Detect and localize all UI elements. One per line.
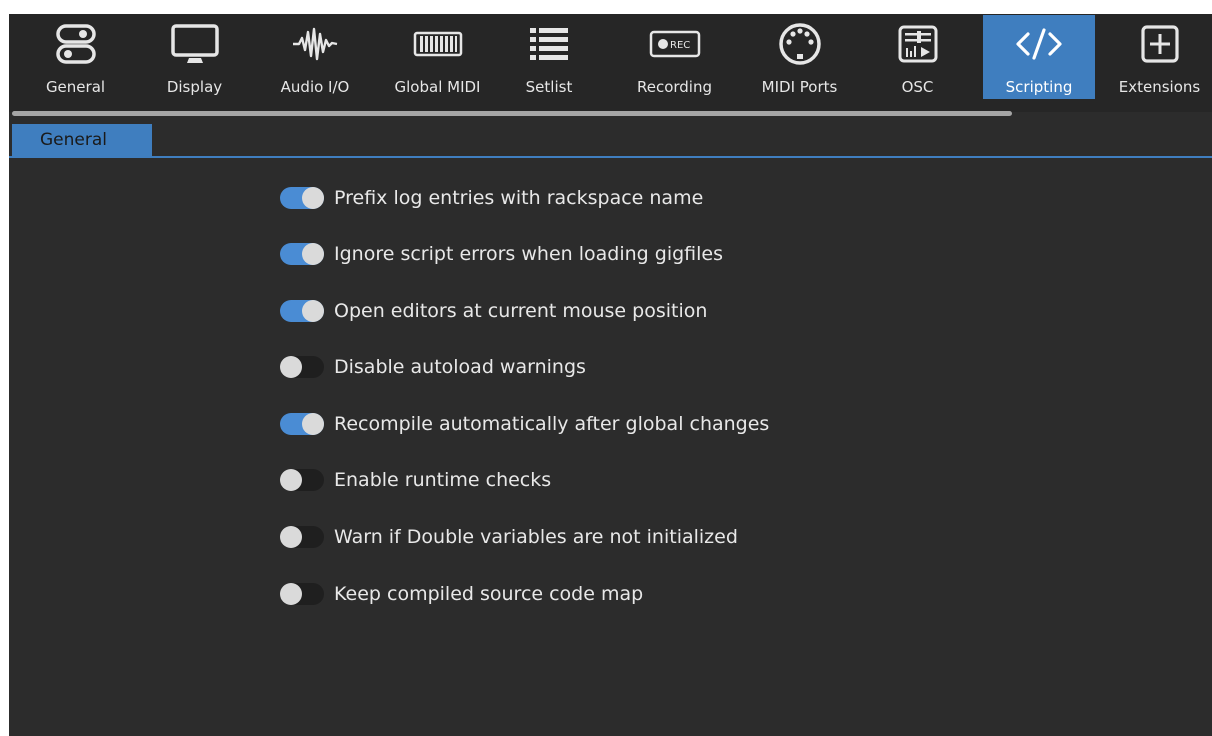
toolbar-label: Global MIDI — [394, 78, 481, 96]
preferences-toolbar: General Display Audio I/O Global MIDI Se… — [9, 14, 1212, 112]
toolbar-label: Recording — [636, 78, 713, 96]
toolbar-item-audio-io[interactable]: Audio I/O — [259, 15, 371, 99]
toolbar-label: Extensions — [1118, 78, 1201, 96]
toggle-switch[interactable] — [280, 187, 324, 209]
midi-port-icon — [777, 21, 823, 67]
option-label: Ignore script errors when loading gigfil… — [334, 243, 723, 265]
option-prefix-log-entries: Prefix log entries with rackspace name — [280, 178, 703, 218]
plus-box-icon — [1139, 21, 1181, 67]
toolbar-item-global-midi[interactable]: Global MIDI — [377, 15, 498, 99]
option-label: Enable runtime checks — [334, 469, 552, 491]
tab-bar: General — [9, 124, 1212, 158]
preferences-window: General Display Audio I/O Global MIDI Se… — [0, 0, 1212, 736]
waveform-icon — [291, 21, 339, 67]
toolbar-item-scripting[interactable]: Scripting — [983, 15, 1095, 99]
code-icon — [1015, 21, 1063, 67]
list-icon — [528, 21, 570, 67]
toggle-switch[interactable] — [280, 583, 324, 605]
record-icon: REC — [649, 21, 701, 67]
toolbar-label: MIDI Ports — [761, 78, 838, 96]
option-label: Keep compiled source code map — [334, 583, 644, 605]
option-open-editors-at-mouse: Open editors at current mouse position — [280, 291, 707, 331]
toggle-switch[interactable] — [280, 300, 324, 322]
option-warn-double-variables: Warn if Double variables are not initial… — [280, 517, 738, 557]
toolbar-label: Audio I/O — [280, 78, 350, 96]
toolbar-item-display[interactable]: Display — [140, 15, 249, 99]
tab-general[interactable]: General — [12, 124, 152, 156]
window-left-edge — [0, 0, 9, 736]
option-keep-source-code-map: Keep compiled source code map — [280, 574, 643, 614]
toggle-switch[interactable] — [280, 469, 324, 491]
option-label: Warn if Double variables are not initial… — [334, 526, 738, 548]
toolbar-label: Setlist — [525, 78, 573, 96]
option-ignore-script-errors: Ignore script errors when loading gigfil… — [280, 234, 723, 274]
record-icon-text: REC — [670, 40, 690, 51]
toggle-switch[interactable] — [280, 413, 324, 435]
option-label: Prefix log entries with rackspace name — [334, 187, 704, 209]
toggles-icon — [55, 21, 97, 67]
option-enable-runtime-checks: Enable runtime checks — [280, 460, 551, 500]
toolbar-item-osc[interactable]: OSC — [876, 15, 959, 99]
toolbar-item-general[interactable]: General — [21, 15, 130, 99]
monitor-icon — [170, 21, 220, 67]
toolbar-label: Display — [166, 78, 223, 96]
toggle-switch[interactable] — [280, 356, 324, 378]
option-label: Disable autoload warnings — [334, 356, 586, 378]
option-disable-autoload-warnings: Disable autoload warnings — [280, 347, 586, 387]
toggle-switch[interactable] — [280, 526, 324, 548]
toolbar-label: Scripting — [1005, 78, 1073, 96]
window-top-edge — [0, 0, 1212, 14]
toggle-switch[interactable] — [280, 243, 324, 265]
toolbar-item-recording[interactable]: REC Recording — [622, 15, 727, 99]
option-recompile-automatically: Recompile automatically after global cha… — [280, 404, 769, 444]
toolbar-item-setlist[interactable]: Setlist — [506, 15, 592, 99]
option-label: Open editors at current mouse position — [334, 300, 708, 322]
keyboard-icon — [413, 21, 463, 67]
toolbar-label: OSC — [901, 78, 934, 96]
toolbar-item-extensions[interactable]: Extensions — [1107, 15, 1212, 99]
toolbar-item-midi-ports[interactable]: MIDI Ports — [746, 15, 853, 99]
option-label: Recompile automatically after global cha… — [334, 413, 770, 435]
toolbar-scrollbar[interactable] — [12, 111, 1012, 116]
toolbar-label: General — [45, 78, 106, 96]
osc-icon — [897, 21, 939, 67]
